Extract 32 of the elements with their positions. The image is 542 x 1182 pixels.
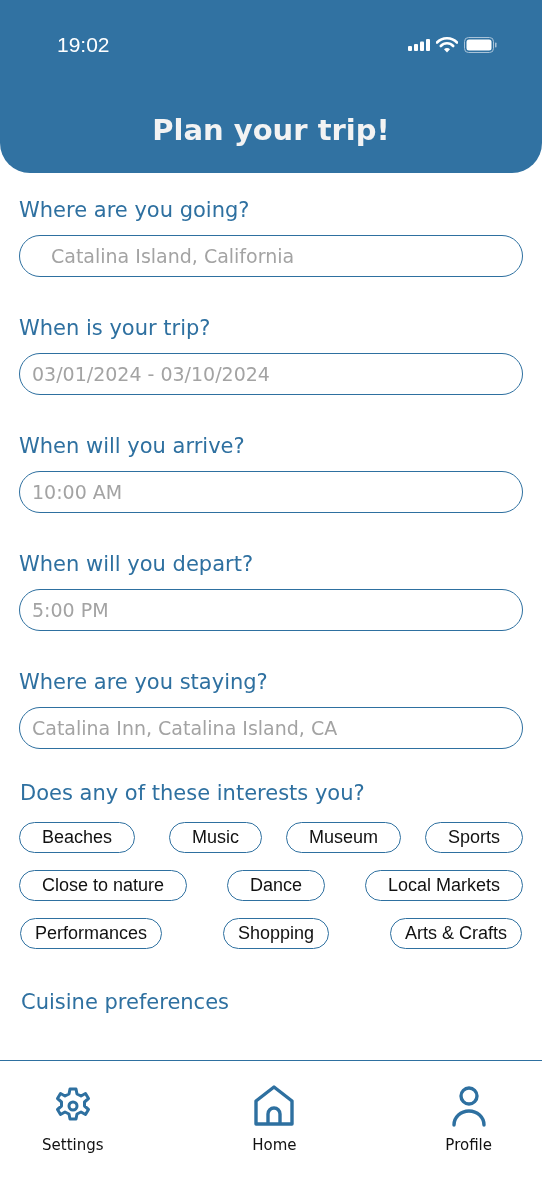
field-label: Where are you staying?	[19, 669, 268, 695]
status-time: 19:02	[57, 33, 110, 57]
wifi-icon	[436, 37, 458, 53]
profile-icon	[451, 1085, 486, 1127]
field-label: When is your trip?	[19, 315, 211, 341]
input-field[interactable]: Catalina Island, California	[19, 235, 523, 277]
input-field[interactable]: 5:00 PM	[19, 589, 523, 631]
page-title: Plan your trip!	[152, 112, 390, 148]
input-field[interactable]: 03/01/2024 - 03/10/2024	[19, 353, 523, 395]
input-field[interactable]: Catalina Inn, Catalina Island, CA	[19, 707, 523, 749]
interest-chip[interactable]: Museum	[286, 822, 401, 853]
field-label: When will you arrive?	[19, 433, 245, 459]
field-label: Where are you going?	[19, 197, 250, 223]
nav-button[interactable]: Home	[242, 1061, 307, 1182]
battery-icon	[464, 37, 497, 53]
nav-button[interactable]: Profile	[435, 1061, 502, 1182]
interest-chip[interactable]: Music	[169, 822, 263, 853]
input-field[interactable]: 10:00 AM	[19, 471, 523, 513]
interest-chip[interactable]: Sports	[424, 822, 523, 853]
section-heading: Does any of these interests you?	[20, 780, 365, 806]
interest-chip[interactable]: Arts & Crafts	[389, 918, 522, 949]
nav-button[interactable]: Settings	[32, 1061, 114, 1182]
interest-chip[interactable]: Close to nature	[19, 870, 188, 901]
section-heading: Cuisine preferences	[21, 989, 230, 1015]
home-icon	[253, 1085, 296, 1127]
interest-chip[interactable]: Performances	[20, 918, 163, 949]
interest-chip[interactable]: Beaches	[19, 822, 136, 853]
interest-chip[interactable]: Shopping	[222, 918, 330, 949]
interest-chip[interactable]: Local Markets	[364, 870, 523, 901]
field-label: When will you depart?	[19, 551, 254, 577]
interest-chip[interactable]: Dance	[227, 870, 326, 901]
signal-icon	[408, 39, 430, 51]
